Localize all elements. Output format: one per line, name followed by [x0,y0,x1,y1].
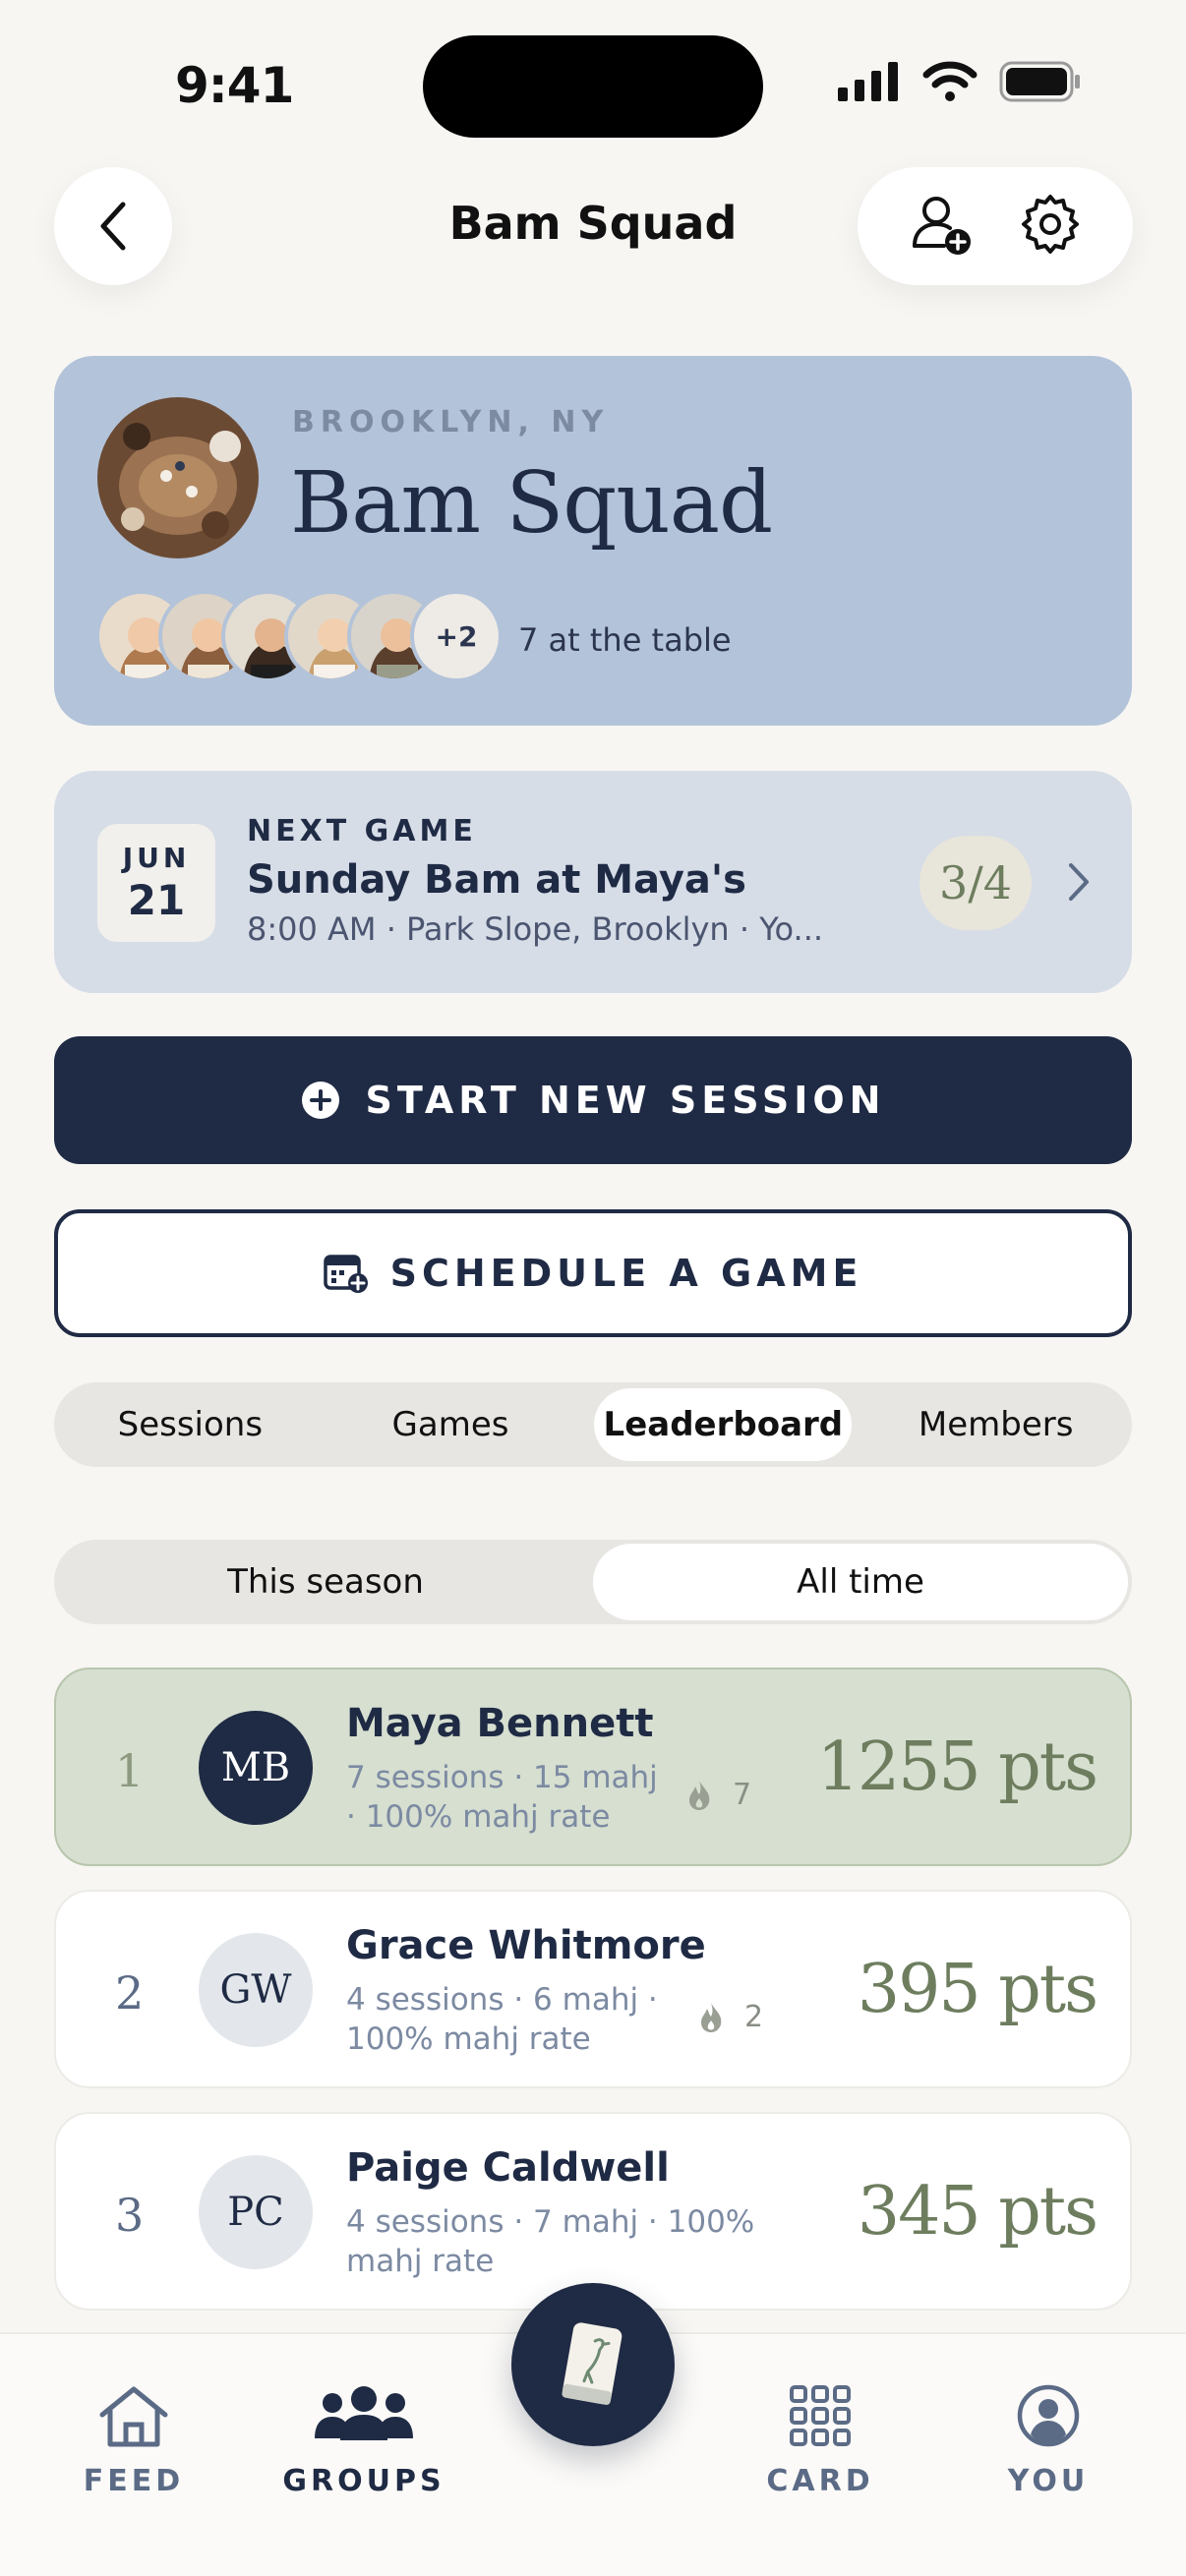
nav-feed-label: FEED [83,2464,185,2498]
start-session-button[interactable]: START NEW SESSION [54,1036,1132,1164]
streak-count: 2 [744,2000,764,2034]
player-stats: 4 sessions · 6 mahj · 100% mahj rate [346,1982,658,2057]
header-actions [858,167,1133,285]
tab-leaderboard[interactable]: Leaderboard [594,1388,853,1461]
mahjong-tile-icon [562,2322,623,2405]
player-points: 395 pts [857,1951,1098,2028]
nav-card[interactable]: CARD [732,2383,909,2498]
battery-icon [999,61,1080,102]
people-icon [315,2386,413,2440]
plus-circle-icon [301,1082,339,1119]
leaderboard-row[interactable]: 2 GW Grace Whitmore 4 sessions · 6 mahj … [54,1890,1132,2088]
toggle-this-season[interactable]: This season [58,1544,593,1620]
tab-members[interactable]: Members [865,1388,1126,1461]
group-tabs: Sessions Games Leaderboard Members [54,1382,1132,1467]
toggle-all-time[interactable]: All time [593,1544,1128,1620]
streak: 7 [685,1778,751,1812]
rank: 2 [115,1966,145,2020]
avatar: GW [199,1933,313,2047]
more-members-badge: +2 [410,590,503,682]
player-points: 1255 pts [816,1728,1098,1806]
mahjong-card-fab[interactable] [511,2283,675,2446]
streak-count: 7 [733,1778,752,1812]
group-photo [97,397,259,558]
grid-icon [790,2385,851,2446]
dynamic-island [423,35,763,138]
settings-button[interactable] [1017,191,1084,262]
tab-sessions[interactable]: Sessions [60,1388,321,1461]
next-game-title: Sunday Bam at Maya's [247,857,746,903]
leaderboard-row[interactable]: 3 PC Paige Caldwell 4 sessions · 7 mahj … [54,2112,1132,2311]
player-name: Paige Caldwell [346,2145,670,2191]
flame-icon [701,2002,722,2032]
rank: 1 [115,1744,145,1797]
schedule-game-label: SCHEDULE A GAME [389,1252,863,1295]
rank: 3 [115,2189,145,2242]
group-card: BROOKLYN, NY Bam Squad +2 7 at the table [54,356,1132,726]
nav-you-label: YOU [1007,2464,1090,2498]
avatar: MB [199,1711,313,1825]
calendar-add-icon [323,1255,368,1293]
chevron-right-icon [1069,863,1089,901]
player-stats: 4 sessions · 7 mahj · 100% mahj rate [346,2204,755,2279]
tab-games[interactable]: Games [321,1388,581,1461]
next-game-details: 8:00 AM · Park Slope, Brooklyn · Yo... [247,910,824,948]
status-time: 9:41 [175,57,294,114]
profile-icon [1017,2384,1080,2447]
group-location: BROOKLYN, NY [292,405,610,439]
member-avatars[interactable]: +2 [95,590,503,682]
leaderboard-row[interactable]: 1 MB Maya Bennett 7 sessions · 15 mahj ·… [54,1668,1132,1866]
date-month: JUN [122,842,191,874]
start-session-label: START NEW SESSION [365,1079,886,1122]
add-member-button[interactable] [907,189,978,263]
player-name: Maya Bennett [346,1701,654,1746]
player-stats: 7 sessions · 15 mahj · 100% mahj rate [346,1760,658,1835]
wifi-icon [922,61,978,101]
next-game-card[interactable]: JUN 21 NEXT GAME Sunday Bam at Maya's 8:… [54,771,1132,993]
player-name: Grace Whitmore [346,1923,706,1968]
nav-groups[interactable]: GROUPS [275,2383,452,2498]
date-day: 21 [127,876,186,924]
status-icons [838,61,1082,102]
schedule-game-button[interactable]: SCHEDULE A GAME [54,1209,1132,1337]
flame-icon [689,1780,710,1810]
player-points: 345 pts [857,2173,1098,2251]
cellular-signal-icon [838,62,898,101]
next-game-label: NEXT GAME [247,814,477,849]
group-name: Bam Squad [290,454,773,553]
nav-card-label: CARD [766,2464,874,2498]
add-user-icon [913,197,971,255]
table-count: 7 at the table [518,621,732,659]
nav-feed[interactable]: FEED [45,2383,222,2498]
avatar: PC [199,2155,313,2269]
date-badge: JUN 21 [97,824,215,942]
season-toggle: This season All time [54,1540,1132,1624]
home-icon [99,2386,168,2447]
rsvp-count: 3/4 [919,836,1032,930]
nav-groups-label: GROUPS [282,2464,445,2498]
streak: 2 [697,2000,763,2034]
gear-icon [1022,195,1079,254]
nav-you[interactable]: YOU [960,2383,1137,2498]
